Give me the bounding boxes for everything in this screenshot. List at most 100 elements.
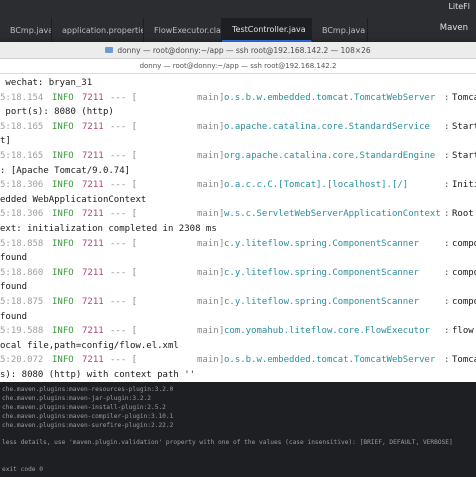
log-text: found <box>0 253 28 264</box>
log-level: INFO <box>52 180 74 191</box>
log-text: ext: initialization completed in 2308 ms <box>0 223 217 234</box>
log-separator: --- [ <box>110 326 138 337</box>
log-level: INFO <box>52 296 74 307</box>
log-separator: --- [ <box>110 355 138 366</box>
log-class: o.s.b.w.embedded.tomcat.TomcatWebServer <box>224 92 436 103</box>
log-thread: main <box>197 92 219 103</box>
log-text: t] <box>0 136 11 147</box>
editor-tab-bar: BCmp.java×application.properties×FlowExe… <box>0 18 476 43</box>
log-class: w.s.c.ServletWebServerApplicationContext <box>224 209 441 220</box>
log-separator: : <box>444 92 450 103</box>
log-thread: main <box>197 267 219 278</box>
log-separator: --- [ <box>110 180 138 191</box>
terminal-line: wechat: bryan_31 <box>0 76 476 91</box>
log-level: INFO <box>52 267 74 278</box>
log-timestamp: 5:18.875 <box>0 296 44 307</box>
log-separator: --- [ <box>110 92 138 103</box>
tab-label: TestController.java <box>232 24 306 34</box>
log-class: com.yomahub.liteflow.core.FlowExecutor <box>224 326 430 337</box>
log-class: o.apache.catalina.core.StandardService <box>224 121 430 132</box>
log-separator: --- [ <box>110 150 138 161</box>
terminal-line: 5:19.588 INFO 7211 --- [main] com.yomahub.li… <box>0 324 476 339</box>
log-separator: --- [ <box>110 238 138 249</box>
console-line: che.maven.plugins:maven-resources-plugin… <box>2 386 174 393</box>
log-separator: --- [ <box>110 209 138 220</box>
log-pid: 7211 <box>82 92 104 103</box>
log-thread: main <box>197 355 219 366</box>
log-class: org.apache.catalina.core.StandardEngine <box>224 150 436 161</box>
log-level: INFO <box>52 326 74 337</box>
terminal-line: ext: initialization completed in 2308 ms <box>0 222 476 237</box>
log-separator: : <box>444 296 450 307</box>
log-thread: main <box>197 180 219 191</box>
terminal-line: 5:18.154 INFO 7211 --- [main] o.s.b.w.embedd… <box>0 91 476 106</box>
log-pid: 7211 <box>82 238 104 249</box>
log-message: Initi <box>452 180 476 191</box>
log-message: flow <box>452 326 474 337</box>
log-timestamp: 5:18.165 <box>0 150 44 161</box>
tab-0[interactable]: BCmp.java× <box>0 18 52 42</box>
run-console: che.maven.plugins:maven-resources-plugin… <box>0 382 476 477</box>
log-level: INFO <box>52 238 74 249</box>
tab-3[interactable]: TestController.java× <box>222 18 312 42</box>
log-class: o.a.c.c.C.[Tomcat].[localhost].[/] <box>224 180 409 191</box>
log-separator: : <box>444 326 450 337</box>
log-separator: : <box>444 121 450 132</box>
log-pid: 7211 <box>82 267 104 278</box>
maven-panel-title[interactable]: Maven <box>440 23 468 33</box>
tab-2[interactable]: FlowExecutor.class× <box>144 18 222 42</box>
log-text: found <box>0 311 28 322</box>
tab-label: BCmp.java <box>10 25 52 35</box>
console-line: che.maven.plugins:maven-jar-plugin:3.2.2 <box>2 395 152 402</box>
console-line: che.maven.plugins:maven-install-plugin:2… <box>2 404 166 411</box>
console-line: less details, use 'maven.plugin.validati… <box>2 439 453 446</box>
terminal-output: wechat: bryan_31 5:18.154 INFO 7211 --- [ mai… <box>0 74 476 412</box>
terminal-line: 5:18.165 INFO 7211 --- [main] o.apache.catal… <box>0 120 476 135</box>
log-thread: main <box>197 326 219 337</box>
log-level: INFO <box>52 92 74 103</box>
log-message: Root <box>452 209 474 220</box>
log-message: Start <box>452 121 476 132</box>
log-thread: main <box>197 150 219 161</box>
terminal-subtitle: donny — root@donny:~/app — ssh root@192.… <box>139 62 337 70</box>
terminal-line: t] <box>0 134 476 149</box>
log-level: INFO <box>52 150 74 161</box>
log-timestamp: 5:18.858 <box>0 238 44 249</box>
log-timestamp: 5:19.588 <box>0 326 44 337</box>
log-timestamp: 5:18.154 <box>0 92 44 103</box>
log-message: Start <box>452 150 476 161</box>
log-timestamp: 5:20.072 <box>0 355 44 366</box>
terminal-line: 5:18.858 INFO 7211 --- [main] c.y.liteflow.s… <box>0 237 476 252</box>
log-level: INFO <box>52 121 74 132</box>
folder-icon <box>105 47 114 53</box>
terminal-line: port(s): 8080 (http) <box>0 105 476 120</box>
log-class: c.y.liteflow.spring.ComponentScanner <box>224 296 420 307</box>
console-line: che.maven.plugins:maven-compiler-plugin:… <box>2 413 174 420</box>
log-pid: 7211 <box>82 296 104 307</box>
log-message: compo <box>452 267 476 278</box>
terminal-line: : [Apache Tomcat/9.0.74] <box>0 164 476 179</box>
log-separator: --- [ <box>110 267 138 278</box>
terminal-line: ocal file,path=config/flow.el.xml <box>0 339 476 354</box>
log-message: compo <box>452 296 476 307</box>
log-text: : [Apache Tomcat/9.0.74] <box>0 165 131 176</box>
log-thread: main <box>197 121 219 132</box>
log-separator: : <box>444 355 450 366</box>
terminal-line: found <box>0 310 476 325</box>
log-timestamp: 5:18.860 <box>0 267 44 278</box>
log-timestamp: 5:18.306 <box>0 180 44 191</box>
terminal-line: 5:18.860 INFO 7211 --- [main] c.y.liteflow.s… <box>0 266 476 281</box>
terminal-window[interactable]: donny — root@donny:~/app — ssh root@192.… <box>0 42 476 409</box>
log-text: wechat: bryan_31 <box>0 78 93 88</box>
log-timestamp: 5:18.306 <box>0 209 44 220</box>
tab-1[interactable]: application.properties× <box>52 18 144 42</box>
terminal-line: s): 8080 (http) with context path '' <box>0 368 476 383</box>
log-separator: : <box>444 209 450 220</box>
log-level: INFO <box>52 209 74 220</box>
tab-label: application.properties <box>62 25 144 35</box>
log-message: compo <box>452 238 476 249</box>
tab-4[interactable]: BCmp.java× <box>312 18 368 42</box>
terminal-line: 5:18.875 INFO 7211 --- [main] c.y.liteflow.s… <box>0 295 476 310</box>
log-thread: main <box>197 209 219 220</box>
log-separator: --- [ <box>110 296 138 307</box>
